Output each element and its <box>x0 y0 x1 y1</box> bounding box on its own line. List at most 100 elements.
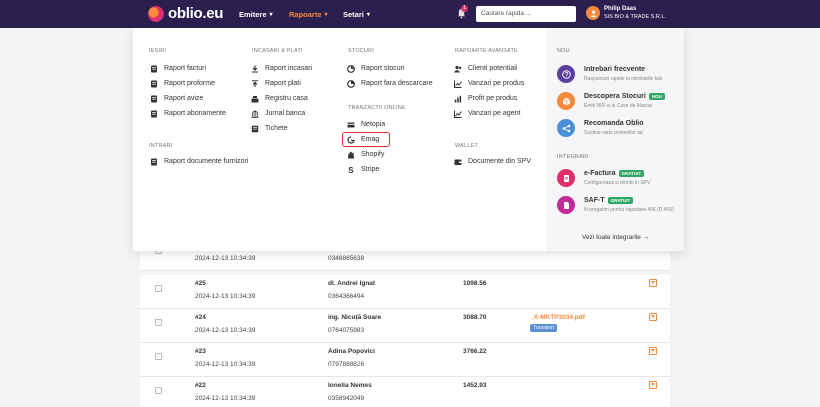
quick-search-input[interactable]: Cautare rapida ... <box>476 6 576 22</box>
table-row[interactable]: #25 2024-12-13 10:34:39 dl. Andrei Ignat 03… <box>140 275 670 309</box>
all-integrations-link[interactable]: Vezi toate integrarile → <box>582 234 649 241</box>
nav-rapoarte-label: Rapoarte <box>289 9 322 19</box>
menu-item-netopia[interactable]: Netopia <box>346 120 385 129</box>
nav-emitere[interactable]: Emitere ▾ <box>239 0 273 28</box>
row-client-phone: 0348885638 <box>328 255 365 262</box>
share-icon <box>557 119 575 137</box>
oblio-logo[interactable]: oblio.eu <box>148 5 223 22</box>
menu-item-raport-proforme[interactable]: Raport proforme <box>149 79 215 88</box>
download-icon[interactable] <box>649 279 657 287</box>
row-date: 2024-12-13 10:34:39 <box>195 327 256 334</box>
row-client-phone: 0364366494 <box>328 293 365 300</box>
section-title-iesiri: IESIRI <box>149 48 167 54</box>
download-icon <box>250 64 259 73</box>
menu-item-label: Clienti potentiali <box>468 65 518 72</box>
logo-mark-icon <box>148 5 164 22</box>
row-status-badge: Transport <box>530 324 558 332</box>
menu-item-shopify[interactable]: Shopify <box>346 150 384 159</box>
logo-text: oblio.eu <box>168 5 224 22</box>
menu-item-vanzari-pe-produs[interactable]: Vanzari pe produs <box>453 79 524 88</box>
menu-item-label: Raport stocuri <box>361 65 405 72</box>
menu-item-clienti-potentiali[interactable]: Clienti potentiali <box>453 64 517 73</box>
nav-emitere-label: Emitere <box>239 9 267 19</box>
section-title-nou: NOU <box>557 48 570 54</box>
nav-setari[interactable]: Setari ▾ <box>343 0 370 28</box>
user-company: SIS BIO & TRADE S.R.L. <box>604 14 666 20</box>
upload-icon <box>250 79 259 88</box>
menu-item-raport-stocuri[interactable]: Raport stocuri <box>346 64 405 73</box>
section-title-wallet: WALLET <box>455 143 479 149</box>
table-row[interactable]: #22 2024-12-13 10:34:39 Ionelia Nemes 03589… <box>140 377 670 407</box>
chevron-down-icon: ▾ <box>269 11 273 18</box>
row-date: 2024-12-13 10:34:39 <box>195 255 256 262</box>
menu-item-raport-plati[interactable]: Raport plati <box>250 79 301 88</box>
menu-item-tichete[interactable]: Tichete <box>250 124 288 133</box>
svg-text:S: S <box>348 166 354 174</box>
menu-item-label: Raport avize <box>164 95 204 102</box>
table-row[interactable]: #24 2024-12-13 10:34:39 ing. Nicuță Soare 0… <box>140 309 670 343</box>
menu-item-label: Registru casa <box>265 95 308 102</box>
nav-rapoarte[interactable]: Rapoarte ▾ <box>289 0 328 28</box>
row-client-phone: 0797888826 <box>328 361 365 368</box>
menu-item-stripe[interactable]: S Stripe <box>346 165 380 174</box>
row-checkbox[interactable] <box>155 387 162 394</box>
feature-desc: Emiti NIR si ai Case de Marcat <box>584 103 653 109</box>
menu-item-label: Documente din SPV <box>468 158 532 165</box>
menu-item-raport-fara-descarcare[interactable]: Raport fara descarcare <box>346 79 433 88</box>
menu-item-raport-avize[interactable]: Raport avize <box>149 94 203 103</box>
row-checkbox[interactable] <box>155 285 162 292</box>
menu-item-registru-casa[interactable]: Registru casa <box>250 94 308 103</box>
download-icon[interactable] <box>649 347 657 355</box>
chevron-down-icon: ▾ <box>324 11 328 18</box>
download-icon[interactable] <box>649 381 657 389</box>
row-number[interactable]: #22 <box>195 382 206 389</box>
download-icon[interactable] <box>649 313 657 321</box>
document-icon <box>557 169 575 187</box>
row-number[interactable]: #23 <box>195 348 206 355</box>
feature-title: SAF-T <box>584 197 605 204</box>
menu-item-jurnal-banca[interactable]: Jurnal banca <box>250 109 305 118</box>
row-date: 2024-12-13 10:34:39 <box>195 395 256 402</box>
row-date: 2024-12-13 10:34:39 <box>195 361 256 368</box>
row-file-link[interactable]: _X-MKTP3034.pdf <box>530 314 585 321</box>
feature-desc: Configureaza si trimite in SPV <box>584 180 651 186</box>
feature-title: Recomanda Oblio <box>584 120 644 127</box>
menu-item-raport-abonamente[interactable]: Raport abonamente <box>149 109 226 118</box>
menu-item-profit-pe-produs[interactable]: Profit pe produs <box>453 94 517 103</box>
menu-item-label: Raport plati <box>265 80 301 87</box>
notification-count-badge: 1 <box>461 5 468 12</box>
bar-chart-icon <box>453 94 462 103</box>
row-amount: 3088.70 <box>463 314 487 321</box>
row-number[interactable]: #24 <box>195 314 206 321</box>
row-client-name: Adina Popovici <box>328 348 375 355</box>
svg-text:?: ? <box>564 72 568 78</box>
menu-item-label: Tichete <box>265 125 288 132</box>
feature-title: e-Factura <box>584 170 616 177</box>
shopify-icon <box>346 150 355 159</box>
row-checkbox[interactable] <box>155 319 162 326</box>
list-icon <box>149 94 158 103</box>
section-title-incasari: INCASARI & PLATI <box>252 48 303 54</box>
feature-desc: Iti pregatim pentru raportare 406 (D.406… <box>584 207 674 213</box>
feature-title: Descopera Stocuri <box>584 93 646 100</box>
user-name[interactable]: Philip Daas <box>604 6 636 12</box>
row-number[interactable]: #25 <box>195 280 206 287</box>
menu-item-raport-incasari[interactable]: Raport incasari <box>250 64 312 73</box>
ticket-icon <box>250 124 259 133</box>
row-checkbox[interactable] <box>155 353 162 360</box>
file-icon <box>557 196 575 214</box>
wallet-icon <box>453 157 462 166</box>
menu-item-raport-facturi[interactable]: Raport facturi <box>149 64 206 73</box>
row-client-name: dl. Andrei Ignat <box>328 280 376 287</box>
pie-chart-icon <box>346 79 355 88</box>
menu-item-label: Vanzari pe agent <box>468 110 521 117</box>
menu-item-documente-din-spv[interactable]: Documente din SPV <box>453 157 531 166</box>
menu-item-raport-documente-furnizori[interactable]: Raport documente furnizori <box>149 157 248 166</box>
menu-item-vanzari-pe-agent[interactable]: Vanzari pe agent <box>453 109 520 118</box>
table-row[interactable]: #23 2024-12-13 10:34:39 Adina Popovici 0797… <box>140 343 670 377</box>
menu-item-label: Vanzari pe produs <box>468 80 525 87</box>
bank-icon <box>250 109 259 118</box>
nav-setari-label: Setari <box>343 9 364 19</box>
user-avatar[interactable] <box>586 6 600 20</box>
row-date: 2024-12-13 10:34:39 <box>195 293 256 300</box>
